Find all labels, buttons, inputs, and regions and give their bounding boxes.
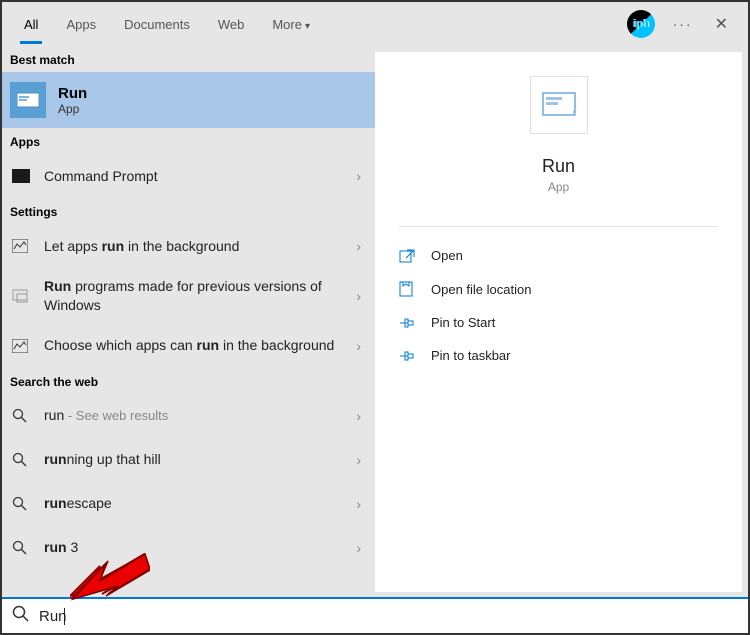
tab-all[interactable]: All [10,5,52,44]
best-match-run[interactable]: Run App [2,72,375,128]
result-label: Command Prompt [44,167,342,186]
settings-icon [12,339,30,353]
text-cursor [64,608,65,625]
search-input[interactable] [39,608,738,625]
settings-icon [12,239,30,253]
section-header-settings: Settings [2,198,375,224]
search-icon [12,540,30,555]
result-web-run-3[interactable]: run 3 › [2,526,375,570]
action-open-location[interactable]: Open file location [389,272,728,306]
action-label: Pin to Start [431,315,495,330]
search-bar[interactable] [2,597,748,633]
preview-subtitle: App [548,180,569,194]
result-label: Run programs made for previous versions … [44,277,342,315]
result-setting-compat[interactable]: Run programs made for previous versions … [2,268,375,324]
action-open[interactable]: Open [389,239,728,272]
preview-panel: Run App Open Open file location Pin to S… [375,52,742,592]
result-label: Choose which apps can run in the backgro… [44,336,342,355]
result-command-prompt[interactable]: Command Prompt › [2,154,375,198]
folder-icon [399,281,417,297]
result-web-running-up[interactable]: running up that hill › [2,438,375,482]
result-setting-choose-apps[interactable]: Choose which apps can run in the backgro… [2,324,375,368]
search-icon [12,496,30,511]
chevron-right-icon: › [356,168,365,184]
action-pin-taskbar[interactable]: Pin to taskbar [389,339,728,372]
search-icon [12,452,30,467]
search-icon [12,408,30,423]
open-icon [399,249,417,263]
action-label: Open [431,248,463,263]
action-label: Pin to taskbar [431,348,511,363]
results-panel: Best match Run App Apps Command Prompt ›… [2,46,375,598]
result-label: Let apps run in the background [44,237,342,256]
preview-title: Run [542,156,575,177]
tab-more-label: More [272,17,302,32]
action-label: Open file location [431,282,531,297]
chevron-down-icon: ▾ [305,21,310,32]
best-match-subtitle: App [58,102,87,116]
section-header-apps: Apps [2,128,375,154]
pin-icon [399,349,417,363]
tab-web[interactable]: Web [204,5,259,44]
tab-more[interactable]: More▾ [258,5,324,44]
chevron-right-icon: › [356,288,365,304]
tab-documents[interactable]: Documents [110,5,204,44]
compat-icon [12,289,30,303]
run-app-icon [10,82,46,118]
chevron-right-icon: › [356,496,365,512]
section-header-best-match: Best match [2,46,375,72]
cmd-icon [12,169,30,183]
tabs-bar: All Apps Documents Web More▾ ··· ✕ [2,2,748,46]
chevron-right-icon: › [356,338,365,354]
result-web-runescape[interactable]: runescape › [2,482,375,526]
section-header-web: Search the web [2,368,375,394]
tab-apps[interactable]: Apps [52,5,110,44]
result-label: runescape [44,494,342,513]
chevron-right-icon: › [356,540,365,556]
action-pin-start[interactable]: Pin to Start [389,306,728,339]
divider [399,226,718,227]
pin-icon [399,316,417,330]
result-web-run[interactable]: run - See web results › [2,394,375,438]
more-options-button[interactable]: ··· [673,16,693,32]
search-icon [12,605,29,627]
chevron-right-icon: › [356,238,365,254]
chevron-right-icon: › [356,408,365,424]
result-setting-background-apps[interactable]: Let apps run in the background › [2,224,375,268]
result-label: running up that hill [44,450,342,469]
result-label: run 3 [44,538,342,557]
result-label: run - See web results [44,406,342,425]
user-avatar[interactable] [627,10,655,38]
chevron-right-icon: › [356,452,365,468]
preview-app-icon [530,76,588,134]
best-match-title: Run [58,85,87,102]
close-button[interactable]: ✕ [711,14,732,34]
